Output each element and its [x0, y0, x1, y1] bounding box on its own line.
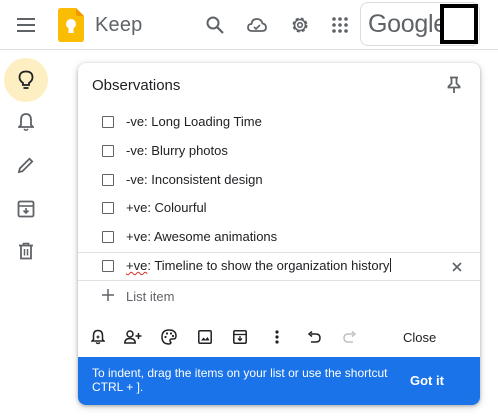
cloud-sync-icon [247, 18, 267, 32]
item-checkbox[interactable] [102, 231, 114, 243]
tip-banner: To indent, drag the items on your list o… [78, 357, 480, 405]
undo-icon [307, 331, 321, 343]
pencil-icon [17, 157, 34, 174]
google-brand[interactable]: Google [368, 10, 447, 39]
list-item-text[interactable]: +ve: Colourful [126, 200, 207, 215]
note-editor-card: Observations -ve: Long Loading Time -ve:… [78, 63, 480, 405]
tip-text: To indent, drag the items on your list o… [92, 366, 388, 394]
list-item-text-rest[interactable]: : Timeline to show the organization hist… [147, 258, 389, 273]
got-it-button[interactable]: Got it [410, 373, 444, 388]
background-options-button[interactable] [159, 327, 179, 347]
archive-button[interactable] [230, 327, 250, 347]
palette-icon [161, 329, 177, 345]
item-checkbox[interactable] [102, 116, 114, 128]
collaborator-button[interactable] [123, 327, 143, 347]
sidebar-item-notes[interactable] [4, 58, 48, 102]
add-list-item[interactable]: List item [78, 282, 480, 310]
misspelled-word[interactable]: +ve [126, 258, 147, 273]
item-checkbox[interactable] [102, 202, 114, 214]
account-avatar[interactable] [440, 4, 478, 44]
list-item-text[interactable]: -ve: Inconsistent design [126, 172, 263, 187]
search-icon [206, 16, 224, 34]
sidebar-item-reminders[interactable] [4, 100, 48, 144]
trash-icon [19, 242, 33, 260]
list-item[interactable]: +ve: Colourful [78, 194, 480, 223]
plus-icon [100, 287, 116, 303]
top-bar: Keep Google [0, 0, 498, 50]
image-icon [198, 330, 212, 344]
apps-button[interactable] [328, 13, 352, 37]
more-icon [275, 330, 279, 344]
redo-icon [343, 331, 357, 343]
undo-button[interactable] [304, 327, 324, 347]
list-item-text[interactable]: +ve: Awesome animations [126, 229, 277, 244]
delete-item-button[interactable] [448, 258, 466, 276]
item-checkbox[interactable] [102, 260, 114, 272]
remind-me-button[interactable] [88, 327, 108, 347]
list-item[interactable]: +ve: Awesome animations [78, 223, 480, 252]
sidebar-item-archive[interactable] [4, 187, 48, 231]
archive-icon [233, 330, 247, 344]
lightbulb-icon [18, 70, 34, 89]
apps-grid-icon [332, 17, 348, 33]
gear-icon [292, 17, 308, 33]
settings-button[interactable] [288, 13, 312, 37]
list-item[interactable]: -ve: Blurry photos [78, 137, 480, 166]
archive-icon [17, 200, 35, 218]
redo-button[interactable] [340, 327, 360, 347]
add-image-button[interactable] [195, 327, 215, 347]
close-icon [452, 262, 462, 272]
collaborator-icon [124, 330, 142, 344]
bell-icon [18, 113, 34, 132]
list-item[interactable]: -ve: Inconsistent design [78, 166, 480, 195]
keep-logo-icon[interactable] [58, 8, 84, 42]
pin-note-button[interactable] [442, 73, 466, 97]
item-checkbox[interactable] [102, 174, 114, 186]
app-name[interactable]: Keep [95, 14, 143, 37]
close-note-button[interactable]: Close [403, 330, 436, 345]
menu-icon [17, 18, 35, 32]
search-button[interactable] [203, 13, 227, 37]
item-checkbox[interactable] [102, 145, 114, 157]
add-item-placeholder[interactable]: List item [126, 289, 174, 304]
list-item-text[interactable]: -ve: Blurry photos [126, 143, 228, 158]
remind-icon [91, 329, 105, 345]
main-menu-button[interactable] [14, 13, 38, 37]
pin-icon [447, 76, 461, 93]
refresh-button[interactable] [245, 13, 269, 37]
note-toolbar: Close [78, 323, 480, 353]
sidebar-item-trash[interactable] [4, 229, 48, 273]
note-title[interactable]: Observations [92, 77, 180, 94]
text-cursor [390, 258, 392, 272]
more-options-button[interactable] [267, 327, 287, 347]
list-item-focused[interactable]: +ve: Timeline to show the organization h… [78, 252, 480, 281]
list-item[interactable]: -ve: Long Loading Time [78, 108, 480, 137]
list-item-text[interactable]: +ve: Timeline to show the organization h… [126, 258, 392, 273]
sidebar-item-edit-labels[interactable] [4, 143, 48, 187]
list-item-text[interactable]: -ve: Long Loading Time [126, 114, 262, 129]
